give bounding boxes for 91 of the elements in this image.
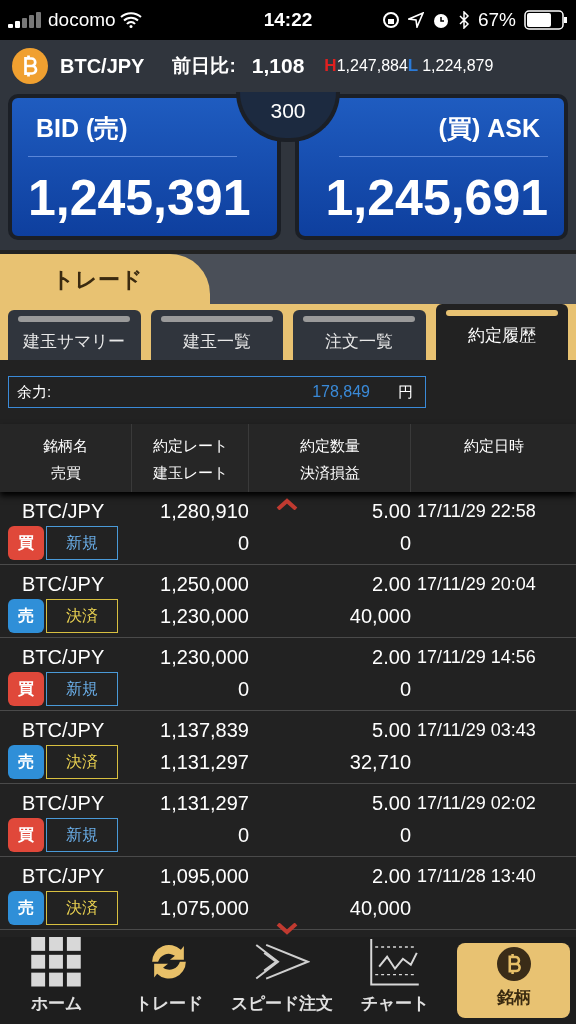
grid-icon <box>31 937 82 987</box>
nav-item[interactable]: スピード注文 <box>225 937 339 1024</box>
position-rate-cell-text: 1,131,297 <box>160 750 249 775</box>
order-type-badge: 新規 <box>46 818 118 852</box>
battery-icon <box>524 10 568 30</box>
bid-label: BID (売) <box>28 110 237 157</box>
symbol-name: BTC/JPY <box>60 54 145 79</box>
nav-item[interactable]: トレード <box>112 937 226 1024</box>
line-chart-icon <box>368 937 421 987</box>
nav-item[interactable]: 銘柄 <box>457 943 570 1018</box>
balance-unit: 円 <box>398 381 413 402</box>
side-badge: 売 <box>8 599 44 633</box>
carrier-name: docomo <box>48 7 116 32</box>
column-header: 銘柄名 売買 <box>0 424 132 492</box>
scroll-down-icon <box>276 923 298 935</box>
rate-cell-text: 1,131,297 <box>160 791 249 816</box>
side-badge: 買 <box>8 818 44 852</box>
location-icon <box>408 12 424 28</box>
pnl-cell-text: 0 <box>399 531 411 556</box>
datetime-cell: 17/11/29 14:56 <box>417 647 536 667</box>
quantity-cell-text: 2.00 <box>372 864 411 889</box>
tab[interactable]: 建玉サマリー <box>8 310 141 360</box>
battery-percent: 67% <box>478 7 516 32</box>
column-header: 約定レート 建玉レート <box>132 424 249 492</box>
rate-cell-text: 1,095,000 <box>160 864 249 889</box>
tab[interactable]: 約定履歴 <box>435 304 568 360</box>
position-rate-cell-text: 1,075,000 <box>160 896 249 921</box>
clock-time: 14:22 <box>263 7 313 32</box>
rate-cell-text: 1,137,839 <box>160 718 249 743</box>
pnl-cell-text: 0 <box>399 823 411 848</box>
quantity-cell-text: 5.00 <box>372 791 411 816</box>
high-value: 1,247,884 <box>336 56 408 76</box>
pair-cell-text: BTC/JPY <box>22 572 106 597</box>
position-rate-cell-text: 1,230,000 <box>160 604 249 629</box>
rate-cell-text: 1,230,000 <box>160 645 249 670</box>
pair-cell-text: BTC/JPY <box>22 864 106 889</box>
pnl-cell-text: 32,710 <box>349 750 411 775</box>
alarm-icon <box>432 11 450 29</box>
nav-item[interactable]: チャート <box>338 937 452 1024</box>
side-badge: 売 <box>8 891 44 925</box>
order-type-badge: 決済 <box>46 745 118 779</box>
position-rate-cell-text: 0 <box>237 677 249 702</box>
datetime-cell: 17/11/29 20:04 <box>417 574 536 594</box>
rate-cell-text: 1,280,910 <box>160 499 249 524</box>
wifi-icon <box>119 12 142 28</box>
ask-label: (買) ASK <box>339 110 548 157</box>
bluetooth-icon <box>458 11 470 29</box>
order-type-badge: 新規 <box>46 526 118 560</box>
quantity-cell-text: 5.00 <box>372 499 411 524</box>
datetime-cell: 17/11/29 02:02 <box>417 793 536 813</box>
pair-cell-text: BTC/JPY <box>22 645 106 670</box>
pnl-cell-text: 40,000 <box>349 604 411 629</box>
side-badge: 買 <box>8 526 44 560</box>
position-rate-cell-text: 0 <box>237 823 249 848</box>
datetime-cell: 17/11/28 13:40 <box>417 866 536 886</box>
column-header: 約定日時 <box>462 436 525 456</box>
tab[interactable]: 建玉一覧 <box>150 310 283 360</box>
pair-cell-text: BTC/JPY <box>22 718 106 743</box>
pair-cell-text: BTC/JPY <box>22 499 106 524</box>
signal-icon <box>8 12 44 28</box>
pair-cell-text: BTC/JPY <box>22 791 106 816</box>
low-value: 1,224,879 <box>422 56 494 76</box>
bitcoin-logo <box>12 48 48 84</box>
pnl-cell-text: 0 <box>399 677 411 702</box>
scroll-up-icon <box>276 498 298 510</box>
tab[interactable]: 注文一覧 <box>293 310 426 360</box>
high-marker: H <box>324 55 337 78</box>
change-label: 前日比: <box>172 53 236 78</box>
section-tab[interactable]: トレード <box>0 254 210 304</box>
quantity-cell-text: 2.00 <box>372 645 411 670</box>
balance-value: 178,849 <box>311 382 370 402</box>
column-header: 約定数量 決済損益 <box>249 424 411 492</box>
ask-price: 1,245,691 <box>324 168 548 228</box>
order-type-badge: 決済 <box>46 891 118 925</box>
side-badge: 買 <box>8 672 44 706</box>
order-type-badge: 新規 <box>46 672 118 706</box>
quantity-cell-text: 2.00 <box>372 572 411 597</box>
change-value: 1,108 <box>251 53 305 80</box>
position-rate-cell-text: 0 <box>237 531 249 556</box>
quantity-cell-text: 5.00 <box>372 718 411 743</box>
low-marker: L <box>407 55 419 78</box>
bitcoin-icon <box>496 946 531 981</box>
datetime-cell: 17/11/29 03:43 <box>417 720 536 740</box>
datetime-cell: 17/11/29 22:58 <box>417 501 536 521</box>
rate-cell-text: 1,250,000 <box>160 572 249 597</box>
order-type-badge: 決済 <box>46 599 118 633</box>
bid-price: 1,245,391 <box>28 168 252 228</box>
pnl-cell-text: 40,000 <box>349 896 411 921</box>
side-badge: 売 <box>8 745 44 779</box>
balance-label: 余力: <box>17 381 52 402</box>
nav-item[interactable]: ホーム <box>0 937 113 1024</box>
